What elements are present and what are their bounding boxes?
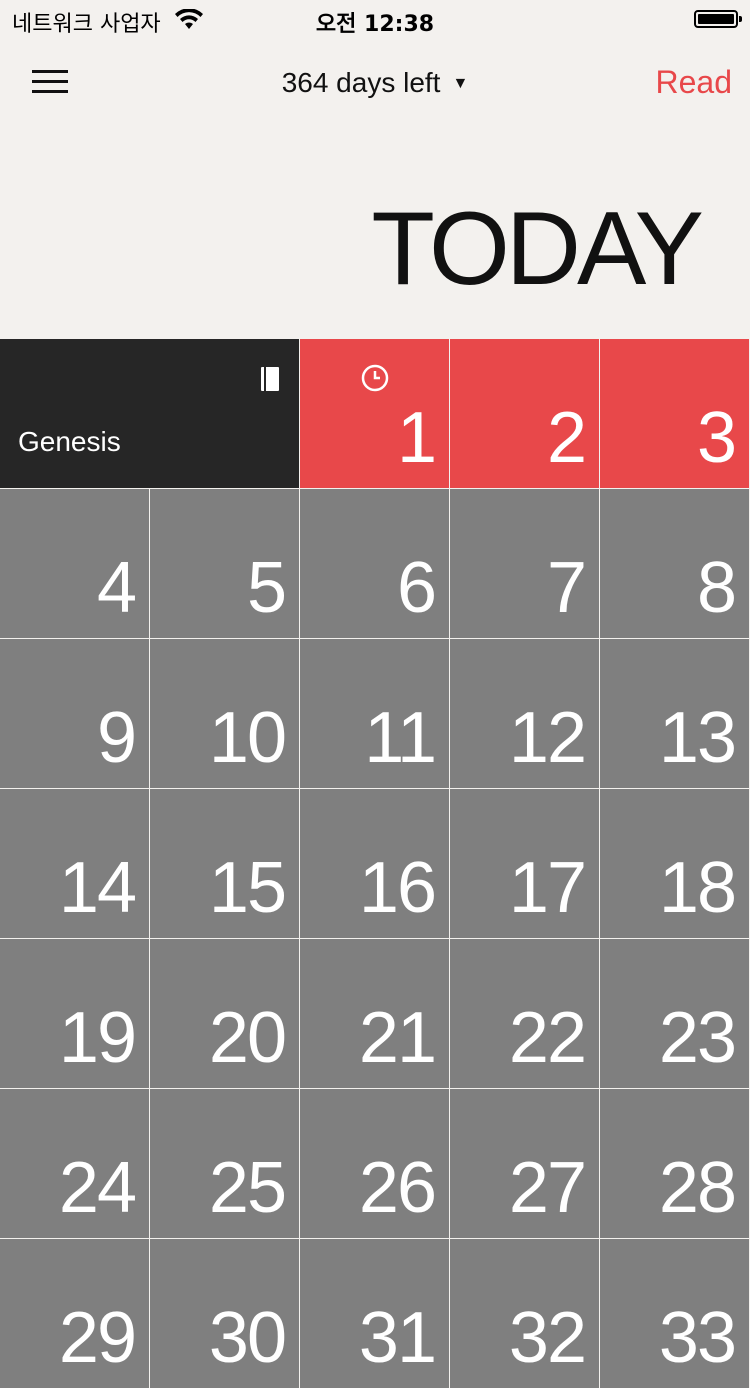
day-number: 7 [546,548,587,628]
status-time: 오전 12:38 [315,12,435,37]
day-number: 15 [208,848,287,928]
day-number: 5 [246,548,287,628]
page-title: TODAY [371,191,704,307]
battery-icon [694,10,742,28]
day-number: 24 [58,1148,137,1228]
book-name: Genesis [18,426,121,457]
read-button[interactable]: Read [656,64,733,101]
day-number: 3 [696,398,737,478]
day-number: 17 [508,848,587,928]
day-number: 11 [364,698,437,778]
day-number: 6 [396,548,437,628]
day-cell[interactable]: 14 [0,789,149,938]
caret-down-icon: ▼ [452,75,469,92]
nav-bar: 364 days left ▼ Read [0,40,750,128]
day-cell[interactable]: 20 [150,939,299,1088]
day-cell[interactable]: 4 [0,489,149,638]
day-cell[interactable]: 17 [450,789,599,938]
day-number: 13 [658,698,737,778]
day-cell[interactable]: 22 [450,939,599,1088]
day-number: 31 [358,1298,437,1378]
day-number: 12 [508,698,587,778]
day-cell[interactable]: 2 [450,339,599,488]
day-cell[interactable]: 13 [600,639,749,788]
day-number: 8 [696,548,737,628]
day-cell[interactable]: 11 [300,639,449,788]
day-cell[interactable]: 26 [300,1089,449,1238]
day-number: 32 [508,1298,587,1378]
day-number: 29 [58,1298,137,1378]
day-cell[interactable]: 12 [450,639,599,788]
book-cell[interactable]: Genesis [0,339,299,488]
day-cell[interactable]: 30 [150,1239,299,1388]
day-cell[interactable]: 32 [450,1239,599,1388]
day-cell[interactable]: 5 [150,489,299,638]
day-number: 21 [358,998,437,1078]
status-bar: 네트워크 사업자 오전 12:38 [0,0,750,40]
day-number: 22 [508,998,587,1078]
day-number: 2 [546,398,587,478]
day-number: 14 [58,848,137,928]
day-number: 18 [658,848,737,928]
days-left-label: 364 days left [281,67,441,98]
day-number: 28 [658,1148,737,1228]
day-cell[interactable]: 3 [600,339,749,488]
day-cell[interactable]: 16 [300,789,449,938]
day-cell[interactable]: 18 [600,789,749,938]
day-number: 30 [208,1298,287,1378]
day-cell[interactable]: 25 [150,1089,299,1238]
day-number: 27 [508,1148,587,1228]
day-cell[interactable]: 7 [450,489,599,638]
day-number: 33 [658,1298,737,1378]
day-cell[interactable]: 15 [150,789,299,938]
day-cell[interactable]: 31 [300,1239,449,1388]
day-number: 23 [658,998,737,1078]
day-number: 4 [96,548,137,628]
day-cell[interactable]: 10 [150,639,299,788]
day-cell[interactable]: 23 [600,939,749,1088]
day-cell[interactable]: 19 [0,939,149,1088]
day-number: 1 [396,398,437,478]
day-cell[interactable]: 21 [300,939,449,1088]
day-number: 16 [358,848,437,928]
day-cell[interactable]: 24 [0,1089,149,1238]
day-number: 9 [96,698,137,778]
day-cell[interactable]: 1 [300,339,449,488]
day-cell[interactable]: 8 [600,489,749,638]
day-number: 26 [358,1148,437,1228]
book-icon [261,367,279,391]
day-number: 25 [208,1148,287,1228]
day-cell[interactable]: 33 [600,1239,749,1388]
day-cell[interactable]: 28 [600,1089,749,1238]
day-cell[interactable]: 6 [300,489,449,638]
day-number: 10 [208,698,287,778]
clock-icon [360,363,390,393]
days-left-dropdown[interactable]: 364 days left ▼ [0,67,750,99]
day-number: 19 [58,998,137,1078]
day-cell[interactable]: 29 [0,1239,149,1388]
day-cell[interactable]: 27 [450,1089,599,1238]
day-number: 20 [208,998,287,1078]
day-cell[interactable]: 9 [0,639,149,788]
